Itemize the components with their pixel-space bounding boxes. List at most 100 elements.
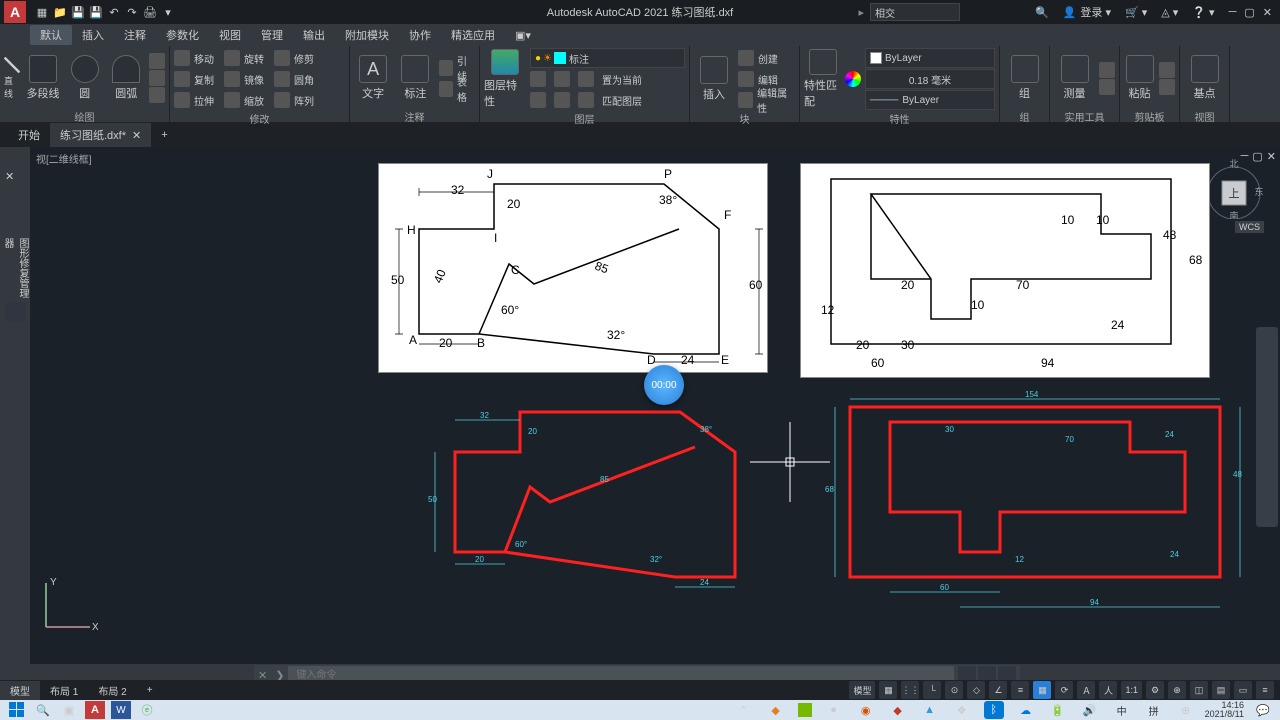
tray-icon[interactable]: ⌃: [734, 701, 754, 719]
qat-print-icon[interactable]: 🖨: [142, 4, 158, 20]
gear-icon[interactable]: ⚙: [1146, 681, 1164, 699]
tab-annotate[interactable]: 注释: [114, 25, 156, 45]
stretch-icon[interactable]: [174, 92, 190, 108]
layer-tool-icon[interactable]: [554, 71, 570, 87]
tab-model[interactable]: 模型: [0, 681, 40, 700]
close-button[interactable]: ✕: [1263, 6, 1272, 19]
tray-icon[interactable]: ⊕: [1176, 701, 1196, 719]
copy-icon[interactable]: [174, 71, 190, 87]
layer-tool-icon[interactable]: [530, 71, 546, 87]
close-palette-icon[interactable]: ✕: [5, 170, 25, 190]
minimize-button[interactable]: ─: [1229, 6, 1237, 19]
scale-icon[interactable]: [224, 92, 240, 108]
tab-output[interactable]: 输出: [293, 25, 335, 45]
draw-tool-icon[interactable]: [149, 70, 165, 86]
draw-tool-icon[interactable]: [149, 53, 165, 69]
annoviz-icon[interactable]: 人: [1099, 681, 1117, 699]
lineweight-icon[interactable]: ≡: [1011, 681, 1029, 699]
table-icon[interactable]: [439, 81, 453, 97]
ortho-icon[interactable]: └: [923, 681, 941, 699]
dim-button[interactable]: 标注: [396, 48, 434, 108]
cycling-icon[interactable]: ⟳: [1055, 681, 1073, 699]
notifications-icon[interactable]: 💬: [1253, 701, 1273, 719]
osnap-icon[interactable]: ◇: [967, 681, 985, 699]
layer-dropdown[interactable]: ●☀标注: [530, 48, 685, 68]
draw-tool-icon[interactable]: [149, 87, 165, 103]
layer-tool-icon[interactable]: [578, 92, 594, 108]
search-icon[interactable]: 🔍: [1035, 6, 1049, 19]
ime-lang[interactable]: 中: [1112, 701, 1132, 719]
mirror-icon[interactable]: [224, 71, 240, 87]
tab-add-layout[interactable]: +: [137, 683, 163, 698]
scale-label[interactable]: 1:1: [1121, 681, 1142, 699]
hardware-icon[interactable]: ▤: [1212, 681, 1230, 699]
tray-icon[interactable]: ●: [824, 701, 844, 719]
lineweight-dropdown[interactable]: 0.18 毫米: [865, 69, 995, 89]
layer-tool-icon[interactable]: [554, 92, 570, 108]
cad-drawing-1[interactable]: 3220 5020 8524 60°32° 38°: [420, 402, 760, 605]
qat-saveas-icon[interactable]: 💾: [88, 4, 104, 20]
clean-icon[interactable]: ▭: [1234, 681, 1252, 699]
leader-icon[interactable]: [439, 60, 453, 76]
insert-block-button[interactable]: 插入: [694, 49, 734, 109]
workspace-icon[interactable]: ⊕: [1168, 681, 1186, 699]
move-icon[interactable]: [174, 50, 190, 66]
color-picker-icon[interactable]: [845, 71, 861, 87]
layer-tool-icon[interactable]: [578, 71, 594, 87]
taskview-icon[interactable]: ▣: [59, 701, 79, 719]
arc-button[interactable]: 圆弧: [107, 48, 145, 108]
polar-icon[interactable]: ⊙: [945, 681, 963, 699]
otrack-icon[interactable]: ∠: [989, 681, 1007, 699]
text-button[interactable]: A文字: [354, 48, 392, 108]
qat-more-icon[interactable]: ▾: [160, 4, 176, 20]
status-model[interactable]: 模型: [849, 681, 875, 699]
tab-parametric[interactable]: 参数化: [156, 25, 209, 45]
grid-icon[interactable]: ▦: [879, 681, 897, 699]
wcs-label[interactable]: WCS: [1235, 221, 1264, 233]
taskbar-search-icon[interactable]: 🔍: [33, 701, 53, 719]
match-props-button[interactable]: 特性匹配: [804, 49, 841, 109]
layer-color-dropdown[interactable]: ByLayer: [865, 48, 995, 68]
tab-manage[interactable]: 管理: [251, 25, 293, 45]
browser-taskbar-icon[interactable]: ⓔ: [137, 701, 157, 719]
array-icon[interactable]: [274, 92, 290, 108]
linetype-dropdown[interactable]: ────ByLayer: [865, 90, 995, 110]
tab-featured[interactable]: 精选应用: [441, 25, 505, 45]
tray-volume-icon[interactable]: 🔊: [1080, 701, 1100, 719]
line-icon[interactable]: [4, 57, 20, 73]
maximize-button[interactable]: ▢: [1244, 6, 1254, 19]
annoscale-icon[interactable]: Ａ: [1077, 681, 1095, 699]
visual-style-label[interactable]: 视[二维线框]: [36, 151, 92, 166]
a360-icon[interactable]: ◬ ▾: [1161, 6, 1178, 19]
qat-open-icon[interactable]: 📁: [52, 4, 68, 20]
cad-drawing-2[interactable]: 15468 4830 7024 6094 1224: [815, 397, 1255, 620]
palette-icon[interactable]: [5, 302, 25, 322]
layer-tool-icon[interactable]: [530, 92, 546, 108]
tab-view[interactable]: 视图: [209, 25, 251, 45]
word-taskbar-icon[interactable]: W: [111, 701, 131, 719]
autocad-taskbar-icon[interactable]: A: [85, 701, 105, 719]
ime-mode[interactable]: 拼: [1144, 701, 1164, 719]
qat-undo-icon[interactable]: ↶: [106, 4, 122, 20]
qat-save-icon[interactable]: 💾: [70, 4, 86, 20]
block-create-icon[interactable]: [738, 50, 754, 66]
search-input[interactable]: [870, 3, 960, 21]
filetab-add-button[interactable]: +: [151, 125, 177, 145]
tray-icon[interactable]: ◆: [888, 701, 908, 719]
tab-default[interactable]: 默认: [30, 25, 72, 45]
tab-layout1[interactable]: 布局 1: [40, 681, 88, 700]
filetab-start[interactable]: 开始: [8, 123, 50, 147]
isolate-icon[interactable]: ◫: [1190, 681, 1208, 699]
transparency-icon[interactable]: ▦: [1033, 681, 1051, 699]
vp-close-icon[interactable]: ✕: [1267, 150, 1276, 163]
tray-onedrive-icon[interactable]: ☁: [1016, 701, 1036, 719]
circle-button[interactable]: 圆: [66, 48, 104, 108]
filetab-current[interactable]: 练习图纸.dxf*✕: [50, 123, 151, 147]
help-icon[interactable]: ❔ ▾: [1192, 6, 1214, 19]
tray-battery-icon[interactable]: 🔋: [1048, 701, 1068, 719]
system-clock[interactable]: 14:162021/8/11: [1205, 701, 1244, 719]
paste-button[interactable]: 粘贴: [1124, 48, 1155, 108]
qat-new-icon[interactable]: ▦: [34, 4, 50, 20]
ucs-icon[interactable]: YX: [38, 575, 98, 638]
snap-icon[interactable]: ⋮⋮: [901, 681, 919, 699]
